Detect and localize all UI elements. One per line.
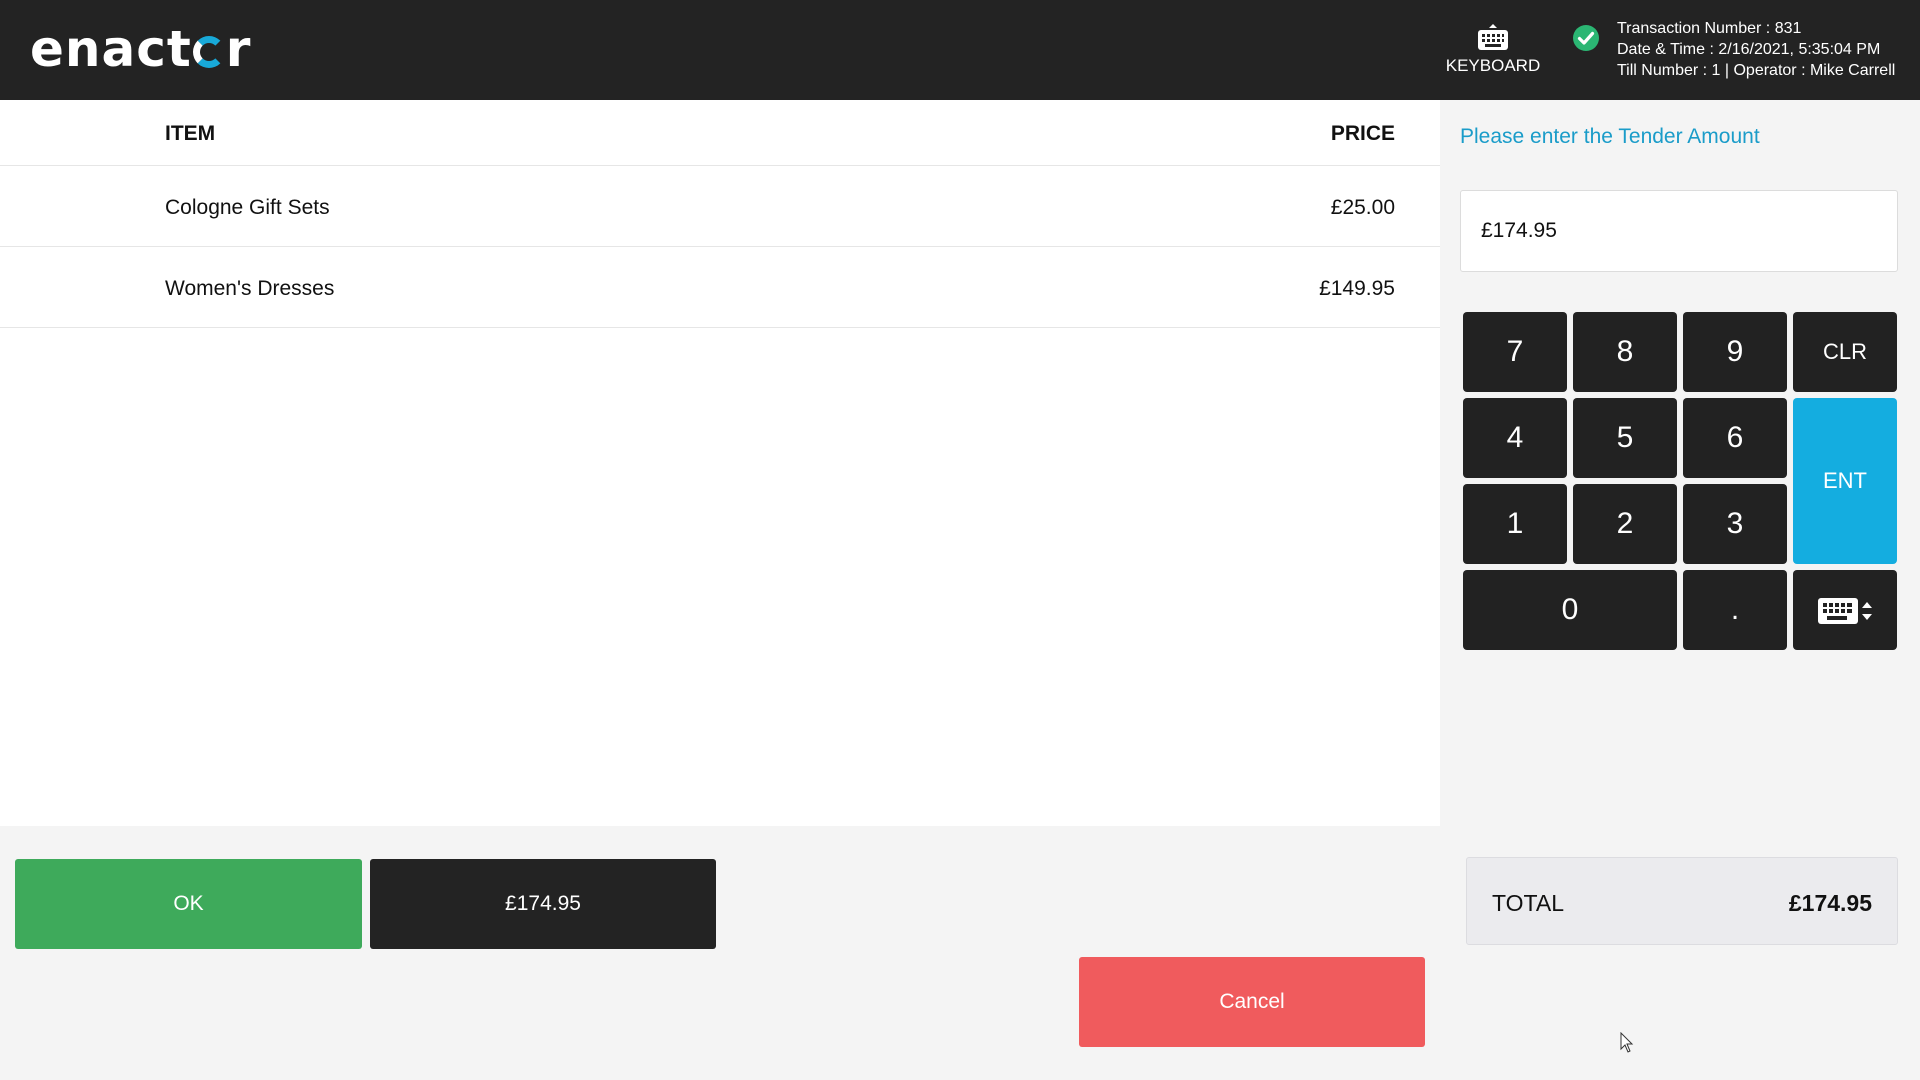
top-bar: enact r KEYBOARD Transaction Number : 831…: [0, 0, 1920, 100]
key-9[interactable]: 9: [1683, 312, 1787, 392]
basket-items-panel: ITEM PRICE Cologne Gift Sets £25.00 Wome…: [0, 100, 1440, 826]
till-operator: Till Number : 1 | Operator : Mike Carrel…: [1617, 62, 1896, 79]
check-circle-icon: [1573, 25, 1599, 51]
key-decimal[interactable]: .: [1683, 570, 1787, 650]
keyboard-toggle-icon: [1818, 598, 1872, 624]
key-4[interactable]: 4: [1463, 398, 1567, 478]
key-1[interactable]: 1: [1463, 484, 1567, 564]
items-header: ITEM PRICE: [0, 100, 1440, 166]
key-8[interactable]: 8: [1573, 312, 1677, 392]
key-3[interactable]: 3: [1683, 484, 1787, 564]
key-2[interactable]: 2: [1573, 484, 1677, 564]
key-0[interactable]: 0: [1463, 570, 1677, 650]
keyboard-label: KEYBOARD: [1445, 56, 1541, 75]
item-price: £149.95: [1319, 277, 1395, 300]
cancel-button[interactable]: Cancel: [1079, 957, 1425, 1047]
total-summary: TOTAL £174.95: [1466, 857, 1898, 945]
tender-amount-button[interactable]: £174.95: [370, 859, 716, 949]
tender-panel: Please enter the Tender Amount 7 8 9 CLR…: [1440, 100, 1920, 1080]
item-name: Cologne Gift Sets: [165, 196, 330, 219]
tender-amount-input[interactable]: [1460, 190, 1898, 272]
transaction-number: Transaction Number : 831: [1617, 20, 1802, 37]
ok-button[interactable]: OK: [15, 859, 362, 949]
column-price: PRICE: [1330, 122, 1395, 145]
tender-prompt: Please enter the Tender Amount: [1460, 125, 1760, 148]
key-5[interactable]: 5: [1573, 398, 1677, 478]
logo-o-icon: [192, 36, 225, 68]
transaction-info: Transaction Number : 831 Date & Time : 2…: [1617, 18, 1895, 81]
keyboard-toggle-button[interactable]: [1793, 570, 1897, 650]
total-label: TOTAL: [1492, 890, 1564, 916]
column-item: ITEM: [165, 122, 216, 145]
key-6[interactable]: 6: [1683, 398, 1787, 478]
table-row[interactable]: Women's Dresses £149.95: [0, 247, 1440, 328]
key-enter[interactable]: ENT: [1793, 398, 1897, 564]
key-7[interactable]: 7: [1463, 312, 1567, 392]
key-clear[interactable]: CLR: [1793, 312, 1897, 392]
keyboard-button[interactable]: KEYBOARD: [1438, 22, 1548, 82]
keyboard-icon: [1478, 24, 1508, 50]
total-value: £174.95: [1788, 890, 1872, 916]
enactor-logo: enact r: [30, 20, 252, 78]
date-time: Date & Time : 2/16/2021, 5:35:04 PM: [1617, 41, 1881, 58]
numeric-keypad: 7 8 9 CLR 4 5 6 ENT 1 2 3 0 .: [1463, 312, 1897, 650]
mouse-cursor-icon: [1620, 1032, 1634, 1053]
table-row[interactable]: Cologne Gift Sets £25.00: [0, 166, 1440, 247]
item-name: Women's Dresses: [165, 277, 335, 300]
item-price: £25.00: [1330, 196, 1395, 219]
